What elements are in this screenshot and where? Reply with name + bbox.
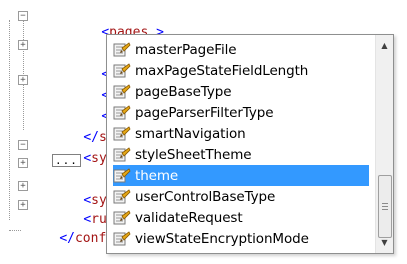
- outline-guide: [9, 230, 21, 231]
- property-icon: [113, 83, 131, 100]
- expand-toggle[interactable]: +: [18, 75, 28, 85]
- completion-item-label: smartNavigation: [135, 125, 246, 142]
- code-editor[interactable]: − + + − + + + <pages > <c </pa <htt <htt…: [0, 0, 407, 264]
- tag-open-bracket: <: [83, 151, 92, 166]
- expand-toggle[interactable]: +: [18, 200, 28, 210]
- completion-item[interactable]: pageBaseType: [113, 81, 369, 102]
- completion-item[interactable]: userControlBaseType: [113, 186, 369, 207]
- completion-item[interactable]: pageParserFilterType: [113, 102, 369, 123]
- property-icon: [113, 41, 131, 58]
- scrollbar-thumb[interactable]: [378, 175, 392, 238]
- intellisense-completion-list[interactable]: masterPageFile maxPageStateFieldLength pag…: [106, 34, 394, 254]
- thumb-grip: [382, 206, 388, 207]
- property-icon: [113, 62, 131, 79]
- thumb-grip: [382, 203, 388, 204]
- property-icon: [113, 167, 131, 184]
- collapse-toggle[interactable]: −: [18, 140, 28, 150]
- completion-item[interactable]: styleSheetTheme: [113, 144, 369, 165]
- completion-item[interactable]: validateRequest: [113, 207, 369, 228]
- completion-item-label: pageParserFilterType: [135, 104, 274, 121]
- completion-item-label: styleSheetTheme: [135, 146, 252, 163]
- completion-item[interactable]: theme: [113, 165, 369, 186]
- scroll-up-arrow-icon[interactable]: ▲: [376, 37, 393, 54]
- tag-close-bracket: </: [59, 231, 75, 246]
- property-icon: [113, 188, 131, 205]
- completion-item-label: validateRequest: [135, 209, 243, 226]
- expand-toggle[interactable]: +: [18, 158, 28, 168]
- property-icon: [113, 146, 131, 163]
- expand-toggle[interactable]: +: [18, 181, 28, 191]
- collapsed-region[interactable]: ...: [52, 154, 81, 167]
- property-icon: [113, 209, 131, 226]
- outline-guide: [9, 20, 10, 220]
- completion-item[interactable]: maxPageStateFieldLength: [113, 60, 369, 81]
- completion-item-label: masterPageFile: [135, 41, 237, 58]
- completion-item-label: viewStateEncryptionMode: [135, 230, 309, 247]
- completion-item-label: userControlBaseType: [135, 188, 276, 205]
- collapse-toggle[interactable]: −: [18, 11, 28, 21]
- property-icon: [113, 230, 131, 247]
- thumb-grip: [382, 209, 388, 210]
- completion-scrollbar[interactable]: ▲ ▼: [375, 35, 393, 253]
- completion-item-label: maxPageStateFieldLength: [135, 62, 309, 79]
- property-icon: [113, 125, 131, 142]
- completion-item-label: theme: [135, 167, 179, 184]
- property-icon: [113, 104, 131, 121]
- completion-item[interactable]: masterPageFile: [113, 39, 369, 60]
- scroll-down-arrow-icon[interactable]: ▼: [376, 234, 393, 251]
- completion-item[interactable]: smartNavigation: [113, 123, 369, 144]
- completion-item-label: pageBaseType: [135, 83, 232, 100]
- completion-items: masterPageFile maxPageStateFieldLength pag…: [107, 35, 375, 253]
- completion-item[interactable]: viewStateEncryptionMode: [113, 228, 369, 249]
- expand-toggle[interactable]: +: [18, 40, 28, 50]
